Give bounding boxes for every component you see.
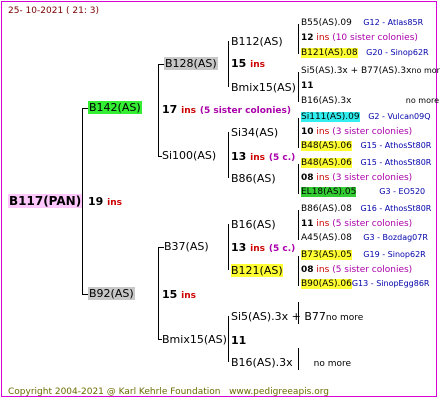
- connector: [228, 224, 229, 270]
- queen-gen4-8: B16(AS).3x no more: [231, 356, 352, 369]
- queen-gen5-6: B16(AS).3x no more: [301, 96, 440, 106]
- queen-gen5-9: B48(AS).06 G15 - AthosSt80R: [301, 141, 432, 151]
- connector: [298, 118, 299, 148]
- queen-gen3-d-num: 11: [231, 334, 247, 347]
- connector: [298, 210, 299, 240]
- queen-gen5-12: EL18(AS).05 G3 - EO520: [301, 187, 426, 197]
- queen-gen4-1: B112(AS): [231, 35, 283, 48]
- connector: [228, 132, 229, 178]
- connector: [298, 24, 299, 54]
- queen-gen5-5: 11: [301, 81, 314, 91]
- queen-gen5-14: 11 ins (5 sister colonies): [301, 219, 413, 229]
- connector: [158, 247, 159, 339]
- queen-gen3-a: B128(AS): [164, 57, 218, 70]
- connector: [228, 316, 229, 362]
- queen-gen5-17: 08 ins (5 sister colonies): [301, 265, 413, 275]
- queen-gen1-num: 19 ins: [88, 195, 123, 208]
- queen-gen3-b: Si100(AS): [162, 149, 217, 162]
- queen-gen3-d: Bmix15(AS): [162, 333, 227, 346]
- queen-gen5-3: B121(AS).08 G20 - Sinop62R: [301, 48, 429, 58]
- queen-gen2-a: B142(AS): [88, 101, 142, 114]
- report-date: 25- 10-2021 ( 21: 3): [8, 6, 99, 16]
- queen-gen3-c: B37(AS): [164, 240, 209, 253]
- connector: [298, 164, 299, 194]
- queen-gen3-a-num: 15 ins: [231, 57, 266, 70]
- queen-gen5-8: 10 ins (3 sister colonies): [301, 127, 413, 137]
- queen-gen1: B117(PAN): [8, 194, 83, 208]
- connector: [298, 72, 299, 102]
- queen-gen4-3: Si34(AS): [231, 126, 279, 139]
- queen-gen5-15: A45(AS).08 G3 - Bozdag07R: [301, 233, 428, 243]
- queen-gen5-11: 08 ins (3 sister colonies): [301, 173, 413, 183]
- queen-gen4-6: B121(AS): [231, 264, 283, 277]
- queen-gen5-16: B73(AS).05 G19 - Sinop62R: [301, 250, 426, 260]
- copyright: Copyright 2004-2021 @ Karl Kehrle Founda…: [8, 387, 329, 397]
- queen-gen3-b-num: 13 ins (5 c.): [231, 150, 296, 163]
- queen-gen5-13: B86(AS).08 G16 - AthosSt80R: [301, 204, 432, 214]
- queen-gen5-1: B55(AS).09 G12 - Atlas85R: [301, 18, 424, 28]
- pedigree-frame: 25- 10-2021 ( 21: 3) Copyright 2004-2021…: [1, 1, 440, 397]
- queen-gen2-b-num: 15 ins: [162, 288, 197, 301]
- queen-gen5-7: Si111(AS).09 G2 - Vulcan09Q: [301, 112, 431, 122]
- connector: [298, 256, 299, 286]
- queen-gen4-4: B86(AS): [231, 172, 276, 185]
- queen-gen5-18: B90(AS).06G13 - SinopEgg86R: [301, 279, 430, 289]
- connector: [228, 41, 229, 87]
- queen-gen2-a-num: 17 ins (5 sister colonies): [162, 103, 291, 116]
- connector: [158, 64, 159, 156]
- queen-gen5-10: B48(AS).06 G15 - AthosSt80R: [301, 158, 432, 168]
- queen-gen5-2: 12 ins (10 sister colonies): [301, 33, 418, 43]
- queen-gen4-7: Si5(AS).3x + B77no more: [231, 310, 364, 323]
- queen-gen4-2: Bmix15(AS): [231, 81, 296, 94]
- queen-gen4-5: B16(AS): [231, 218, 276, 231]
- queen-gen5-4: Si5(AS).3x + B77(AS).3xno more: [301, 66, 440, 76]
- queen-gen3-c-num: 13 ins (5 c.): [231, 241, 296, 254]
- queen-gen2-b: B92(AS): [88, 287, 135, 300]
